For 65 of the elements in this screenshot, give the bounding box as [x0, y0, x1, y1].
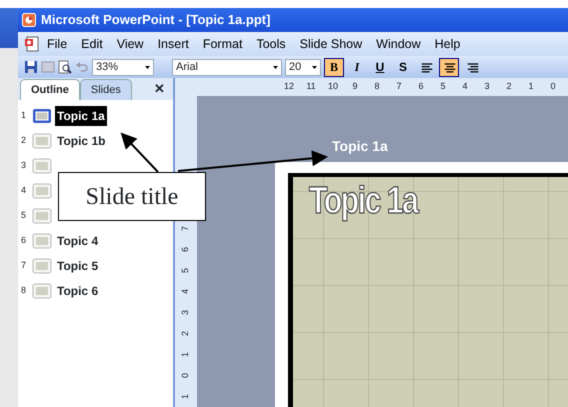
ruler-number: 6 [417, 80, 424, 94]
document-icon[interactable] [24, 36, 40, 52]
pane-tab[interactable]: Slides [80, 78, 132, 100]
font-size-dropdown[interactable]: 20 [285, 58, 321, 76]
menu-item[interactable]: Slide Show [292, 34, 370, 54]
ruler-number: 2 [179, 331, 192, 336]
slide-number: 7 [21, 259, 28, 272]
format-button[interactable]: I [347, 58, 367, 76]
slide-label: Topic 1a [332, 137, 389, 156]
arrow [120, 132, 159, 173]
ruler-number: 1 [179, 352, 192, 357]
menu-item[interactable]: Window [369, 34, 428, 54]
ruler-number: 2 [505, 80, 512, 94]
pane-tab[interactable]: Outline [20, 78, 80, 100]
print-preview-icon[interactable] [58, 60, 72, 74]
menu-item[interactable]: View [110, 34, 151, 54]
ruler-number: 1 [527, 80, 534, 94]
format-button[interactable]: B [324, 58, 344, 76]
slide-title[interactable]: Topic 4 [55, 231, 100, 251]
slide-title[interactable]: Topic 5 [55, 256, 100, 276]
slide-number: 5 [21, 209, 28, 222]
ruler-number: 7 [179, 226, 192, 231]
ruler-number: 3 [483, 80, 490, 94]
ruler-number: 1 [179, 394, 192, 399]
slide-title-text: Topic 1a [309, 181, 418, 223]
menu-item[interactable]: Format [196, 34, 250, 54]
slide-number: 4 [21, 184, 28, 198]
slide-title[interactable]: Topic 1b [55, 131, 108, 151]
ruler-number: 11 [305, 80, 317, 94]
ruler-number: 9 [351, 80, 358, 94]
ruler-number: 7 [395, 80, 402, 94]
ruler-number: 0 [549, 80, 556, 94]
align-button[interactable] [439, 58, 459, 76]
ruler-number: 5 [439, 80, 446, 94]
menu-item[interactable]: Tools [249, 34, 293, 54]
slide-number: 1 [21, 109, 28, 122]
ruler-number: 8 [373, 80, 380, 94]
format-button[interactable]: U [370, 58, 390, 76]
close-button[interactable]: ✕ [154, 79, 165, 99]
format-button[interactable]: S [393, 58, 413, 76]
slide-number: 8 [21, 284, 28, 298]
menu-item[interactable]: Insert [150, 34, 196, 54]
menu-item[interactable]: Edit [74, 34, 110, 54]
app-icon[interactable] [22, 13, 36, 27]
save-icon[interactable] [24, 60, 38, 74]
font-dropdown[interactable]: Arial [172, 58, 282, 76]
slide-number: 2 [21, 134, 28, 148]
ruler-number: 0 [179, 373, 192, 378]
slide-number: 6 [21, 234, 28, 248]
ruler-number: 5 [179, 268, 192, 273]
ruler-number: 3 [179, 310, 192, 315]
window-title: Microsoft PowerPoint - [Topic 1a.ppt] [41, 11, 270, 30]
ruler-number: 4 [461, 80, 468, 94]
menu-item[interactable]: Help [428, 34, 468, 54]
slide-title[interactable]: Topic 6 [55, 281, 100, 301]
slide-title[interactable]: Topic 1a [55, 106, 107, 126]
ruler-number: 4 [179, 289, 192, 294]
ruler-number: 6 [179, 247, 192, 252]
slide-icon[interactable] [32, 108, 52, 124]
callout-box: Slide title [58, 172, 206, 221]
menu-item[interactable]: File [40, 34, 74, 54]
zoom-dropdown[interactable]: 33% [92, 58, 154, 76]
slide-number: 3 [21, 159, 28, 172]
ruler-number: 12 [282, 80, 295, 94]
ruler-number: 10 [326, 80, 339, 94]
